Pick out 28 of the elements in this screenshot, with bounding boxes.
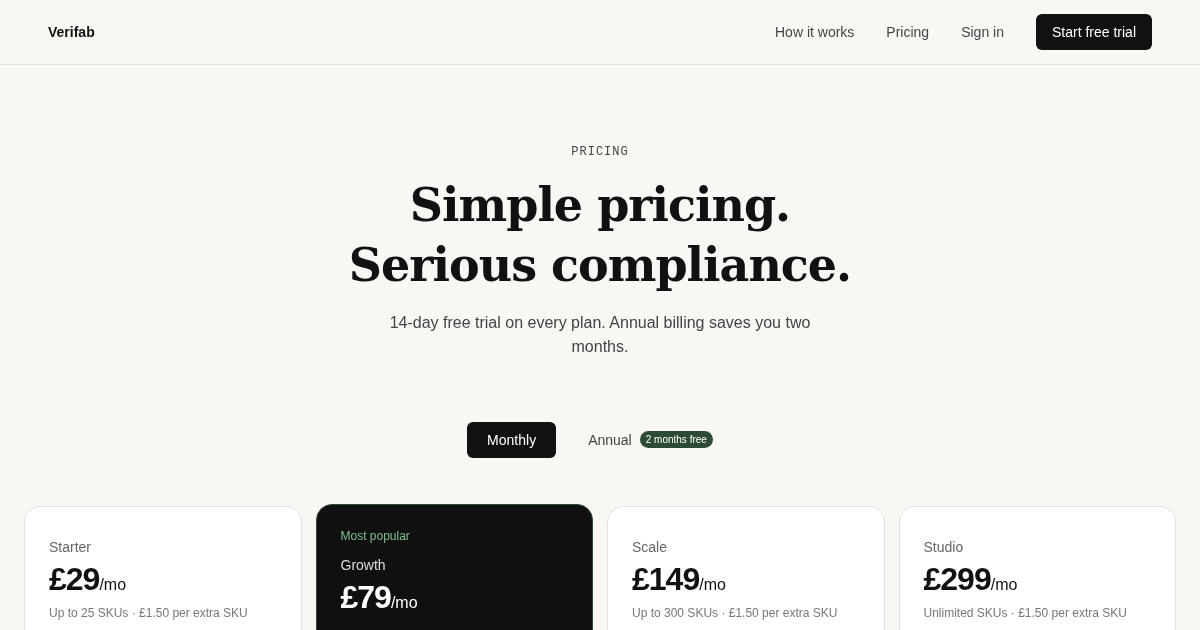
nav-link[interactable]: Pricing [886, 24, 930, 40]
plan-price: £79 [340, 579, 391, 616]
popular-label: Most popular [340, 529, 411, 543]
price-period: /mo [99, 576, 127, 594]
plan-name: Scale [632, 539, 669, 555]
plan-note: Up to 25 SKUs · £1.50 per extra SKU [49, 606, 249, 620]
plan-note: Up to 300 SKUs · £1.50 per extra SKU [632, 606, 839, 620]
section-eyebrow: PRICING [571, 145, 629, 159]
headline: Serious compliance. [348, 237, 852, 294]
price-period: /mo [390, 594, 418, 612]
nav-link[interactable]: Sign in [961, 24, 1004, 40]
subtitle: 14-day free trial on every plan. Annual billing saves you two months. [388, 313, 812, 357]
logo[interactable]: Verifab [48, 24, 775, 40]
plan-name: Studio [923, 539, 965, 555]
plan-name: Starter [49, 539, 92, 555]
start-trial-button[interactable]: Start free trial [1035, 14, 1152, 50]
plan-price: £299 [923, 561, 991, 598]
price-period: /mo [699, 576, 726, 594]
price-period: /mo [990, 576, 1018, 594]
plan-note: Unlimited SKUs · £1.50 per extra SKU [923, 606, 1128, 620]
discount-badge: 2 months free [639, 431, 713, 448]
plan-price: £29 [49, 561, 100, 598]
plan-price: £149 [632, 561, 700, 598]
nav-link[interactable]: How it works [775, 24, 855, 40]
plan-name: Growth [340, 557, 387, 573]
billing-tab[interactable]: Monthly [467, 421, 557, 458]
headline: Simple pricing. [408, 177, 792, 234]
billing-tab[interactable]: Annual 2 months free [568, 421, 733, 458]
